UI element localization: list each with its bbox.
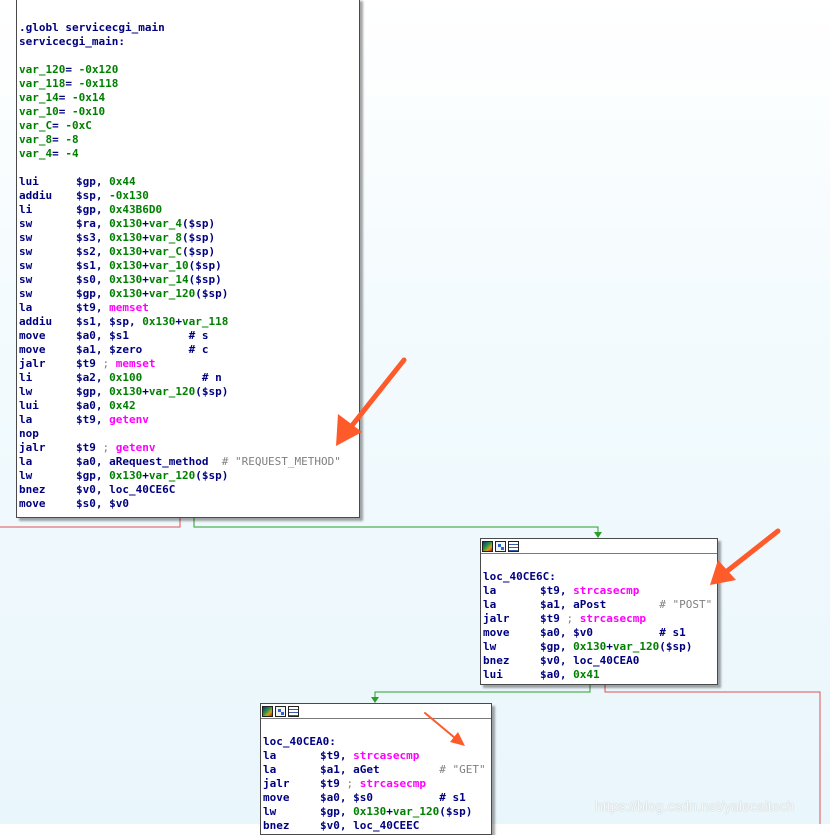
annotation-arrow xyxy=(336,357,407,446)
annotation-arrow xyxy=(710,528,781,585)
annotation-arrow xyxy=(424,712,465,746)
watermark: https://blog.csdn.net/yalecaltech xyxy=(595,798,795,814)
annotation-arrows xyxy=(336,357,781,746)
